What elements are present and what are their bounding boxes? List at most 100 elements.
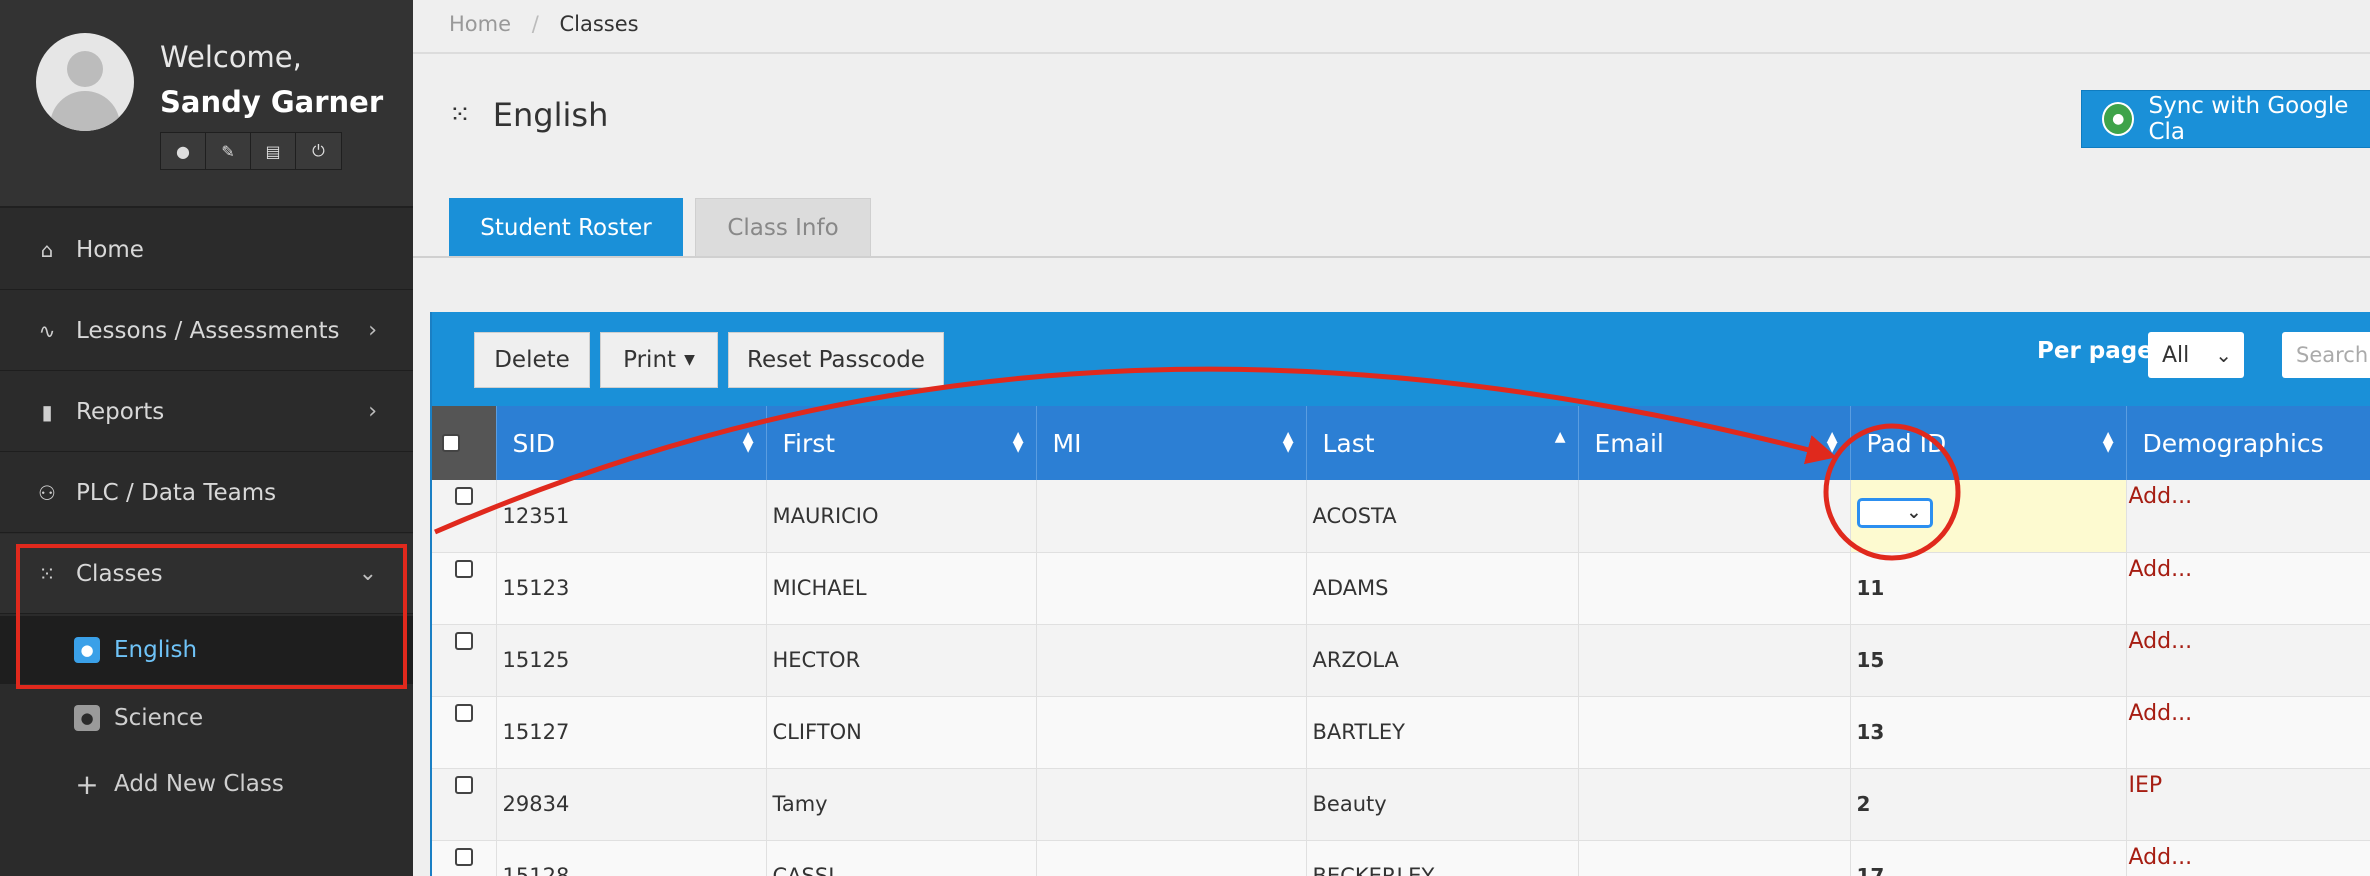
header-label: Email [1594,428,1664,458]
cell-email [1578,696,1851,769]
cell-demographics[interactable]: Add... [2126,552,2370,625]
sync-google-classroom-button[interactable]: ● Sync with Google Cla [2081,90,2370,148]
print-button[interactable]: Print ▼ [600,332,718,388]
breadcrumb-current: Classes [559,12,639,36]
cell-first: HECTOR [766,624,1037,697]
grid-icon: ⁙ [449,100,471,130]
divider [413,256,2370,258]
sort-asc-icon: ▲ [1554,429,1566,445]
print-icon[interactable]: ▤ [251,133,296,169]
table-header-row: SID ▲ ▼ First ▲ ▼ MI ▲ ▼ Last ▲ Email ▲ ▼ Pad ID ▲… [432,406,2370,480]
cell-demographics[interactable]: Add... [2126,624,2370,697]
row-checkbox[interactable] [454,775,473,794]
welcome-text: Welcome, [160,40,302,74]
select-all-cell [432,406,497,480]
cell-first: CLIFTON [766,696,1037,769]
sidebar-item-plc[interactable]: ⚇ PLC / Data Teams [0,453,413,533]
row-checkbox[interactable] [454,847,473,866]
table-row: 15123 MICHAEL ADAMS 11 Add... [432,552,2370,625]
profile-panel: Welcome, Sandy Garner ● ✎ ▤ ⏻ [0,0,413,208]
row-checkbox[interactable] [454,487,473,505]
row-select-cell [432,480,497,553]
bar-chart-icon: ▮ [41,399,53,424]
cell-last: ARZOLA [1306,624,1579,697]
tab-student-roster[interactable]: Student Roster [449,198,683,258]
sidebar-item-label: Reports [76,398,165,425]
power-icon[interactable]: ⏻ [296,133,341,169]
main-content: Home / Classes ⁙ English ● Sync with Goo… [413,0,2370,876]
per-page-value: All [2162,342,2190,368]
caret-down-icon: ▼ [684,352,695,368]
row-select-cell [432,696,497,769]
sidebar-item-reports[interactable]: ▮ Reports › [0,372,413,452]
select-all-checkbox[interactable] [442,433,460,452]
cell-mi [1036,624,1307,697]
breadcrumb-separator: / [531,12,539,36]
user-icon[interactable]: ● [161,133,206,169]
cell-demographics[interactable]: IEP [2126,768,2370,841]
column-header-last[interactable]: Last ▲ [1306,406,1579,480]
reset-passcode-button[interactable]: Reset Passcode [728,332,944,388]
breadcrumb-home[interactable]: Home [449,12,511,36]
sidebar-item-lessons[interactable]: ∿ Lessons / Assessments › [0,291,413,371]
home-icon: ⌂ [40,237,54,262]
page-title: ⁙ English [449,96,608,134]
table-row: 15125 HECTOR ARZOLA 15 Add... [432,624,2370,697]
cell-sid: 15128 [496,840,767,876]
annotation-highlight-box [16,544,407,689]
cell-pad-id[interactable]: 11 [1850,552,2127,625]
sync-button-label: Sync with Google Cla [2148,93,2349,145]
cell-demographics[interactable]: Add... [2126,696,2370,769]
column-header-pad-id[interactable]: Pad ID ▲ ▼ [1850,406,2127,480]
pulse-icon: ∿ [38,318,56,343]
chevron-down-icon: ⌄ [2215,343,2232,367]
cell-last: BARTLEY [1306,696,1579,769]
group-icon: ⚇ [38,480,56,505]
chevron-right-icon: › [368,399,377,424]
avatar [36,33,134,131]
cell-demographics[interactable]: Add... [2126,480,2370,553]
row-select-cell [432,552,497,625]
column-header-demographics[interactable]: Demographics [2126,406,2370,480]
cell-sid: 15127 [496,696,767,769]
cell-first: Tamy [766,768,1037,841]
per-page-label: Per page: [2037,338,2163,364]
cell-pad-id[interactable]: 15 [1850,624,2127,697]
roster-table: SID ▲ ▼ First ▲ ▼ MI ▲ ▼ Last ▲ Email ▲ ▼ Pad ID ▲… [432,406,2370,876]
cell-pad-id[interactable]: 17 [1850,840,2127,876]
column-header-email[interactable]: Email ▲ ▼ [1578,406,1851,480]
cell-pad-id[interactable]: 2 [1850,768,2127,841]
row-checkbox[interactable] [454,703,473,722]
wrench-icon[interactable]: ✎ [206,133,251,169]
sort-icon: ▲ ▼ [1282,429,1294,455]
column-header-first[interactable]: First ▲ ▼ [766,406,1037,480]
per-page-select[interactable]: All ⌄ [2148,332,2244,378]
cell-demographics[interactable]: Add... [2126,840,2370,876]
search-input[interactable]: Search [2282,332,2370,378]
cell-mi [1036,840,1307,876]
divider [413,52,2370,54]
roster-panel: Delete Print ▼ Reset Passcode Per page: … [430,312,2370,876]
row-checkbox[interactable] [454,559,473,578]
table-row: 29834 Tamy Beauty 2 IEP [432,768,2370,841]
sidebar-subitem-add-class[interactable]: + Add New Class [0,750,413,818]
cell-mi [1036,696,1307,769]
header-label: SID [512,428,556,458]
delete-button[interactable]: Delete [474,332,590,388]
pad-id-select[interactable]: ⌄ [1856,498,1933,529]
row-select-cell [432,840,497,876]
sidebar-subitem-science[interactable]: ● Science [0,684,413,752]
row-checkbox[interactable] [454,631,473,650]
cell-sid: 15125 [496,624,767,697]
row-select-cell [432,768,497,841]
column-header-sid[interactable]: SID ▲ ▼ [496,406,767,480]
sidebar-item-home[interactable]: ⌂ Home [0,210,413,290]
plus-icon: + [75,767,99,801]
column-header-mi[interactable]: MI ▲ ▼ [1036,406,1307,480]
google-classroom-icon: ● [2102,102,2135,136]
cell-last: Beauty [1306,768,1579,841]
cell-pad-id[interactable]: 13 [1850,696,2127,769]
header-label: Last [1322,428,1375,458]
sidebar-item-label: PLC / Data Teams [76,479,277,506]
tab-class-info[interactable]: Class Info [695,198,871,258]
